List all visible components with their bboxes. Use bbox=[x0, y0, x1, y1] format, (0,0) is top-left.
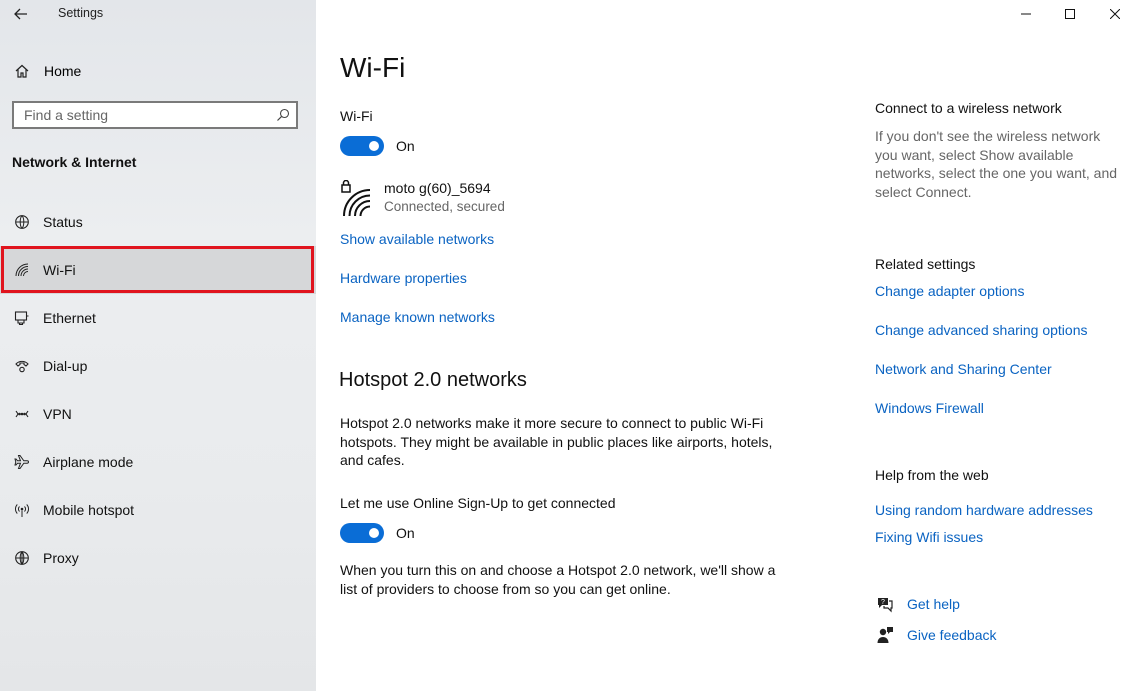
sidebar-item-wifi[interactable]: Wi-Fi bbox=[0, 246, 316, 294]
get-help-link[interactable]: ? Get help bbox=[875, 595, 960, 613]
signup-toggle[interactable] bbox=[340, 523, 384, 543]
fixing-wifi-issues-link[interactable]: Fixing Wifi issues bbox=[875, 529, 983, 545]
get-help-icon: ? bbox=[875, 595, 895, 613]
maximize-button[interactable] bbox=[1047, 0, 1093, 28]
window-title: Settings bbox=[58, 6, 104, 20]
manage-known-networks-link[interactable]: Manage known networks bbox=[340, 309, 495, 325]
sidebar-item-dialup[interactable]: Dial-up bbox=[0, 342, 316, 390]
sidebar-item-label: Proxy bbox=[43, 550, 79, 566]
home-label: Home bbox=[44, 63, 82, 79]
sidebar-item-airplane[interactable]: Airplane mode bbox=[0, 438, 316, 486]
secured-wifi-icon bbox=[340, 179, 374, 218]
sidebar-item-label: Ethernet bbox=[43, 310, 96, 326]
windows-firewall-link[interactable]: Windows Firewall bbox=[875, 400, 984, 416]
back-button[interactable] bbox=[10, 4, 32, 24]
signup-footer-text: When you turn this on and choose a Hotsp… bbox=[340, 562, 776, 597]
dialup-icon bbox=[12, 358, 32, 374]
sidebar-nav: Status Wi-Fi Ethernet Dial-up VPN Airpla… bbox=[0, 198, 316, 582]
hotspot-icon bbox=[12, 502, 32, 518]
sidebar: Settings Home Network & Internet Status … bbox=[0, 0, 316, 691]
close-icon bbox=[1110, 9, 1120, 19]
signup-toggle-state: On bbox=[396, 525, 415, 541]
get-help-label: Get help bbox=[907, 596, 960, 612]
connect-description: If you don't see the wireless network yo… bbox=[875, 128, 1118, 200]
help-web-heading: Help from the web bbox=[875, 467, 989, 483]
give-feedback-icon bbox=[875, 626, 895, 644]
sidebar-item-status[interactable]: Status bbox=[0, 198, 316, 246]
sidebar-item-proxy[interactable]: Proxy bbox=[0, 534, 316, 582]
minimize-icon bbox=[1021, 13, 1031, 15]
sidebar-item-mobile-hotspot[interactable]: Mobile hotspot bbox=[0, 486, 316, 534]
hardware-properties-link[interactable]: Hardware properties bbox=[340, 270, 467, 286]
sidebar-item-vpn[interactable]: VPN bbox=[0, 390, 316, 438]
sidebar-item-label: Dial-up bbox=[43, 358, 88, 374]
sidebar-item-ethernet[interactable]: Ethernet bbox=[0, 294, 316, 342]
sidebar-home[interactable]: Home bbox=[12, 60, 81, 82]
wifi-icon bbox=[12, 262, 32, 278]
hotspot-description: Hotspot 2.0 networks make it more secure… bbox=[340, 415, 773, 468]
wifi-toggle[interactable] bbox=[340, 136, 384, 156]
give-feedback-label: Give feedback bbox=[907, 627, 997, 643]
main-content: Wi-Fi Wi-Fi On moto g(60)_5694 Connected… bbox=[316, 0, 1137, 691]
sidebar-item-label: Airplane mode bbox=[43, 454, 134, 470]
vpn-icon bbox=[12, 406, 32, 422]
page-title: Wi-Fi bbox=[340, 52, 406, 83]
network-sharing-center-link[interactable]: Network and Sharing Center bbox=[875, 361, 1052, 377]
minimize-button[interactable] bbox=[1003, 0, 1049, 28]
change-adapter-options-link[interactable]: Change adapter options bbox=[875, 283, 1024, 299]
network-name: moto g(60)_5694 bbox=[384, 180, 491, 196]
maximize-icon bbox=[1065, 9, 1075, 19]
sidebar-item-label: Mobile hotspot bbox=[43, 502, 135, 518]
search-icon[interactable] bbox=[270, 108, 296, 122]
search-box[interactable] bbox=[12, 101, 298, 129]
sidebar-item-label: Wi-Fi bbox=[43, 262, 76, 278]
close-button[interactable] bbox=[1092, 0, 1137, 28]
give-feedback-link[interactable]: Give feedback bbox=[875, 626, 997, 644]
signup-toggle-label: Let me use Online Sign-Up to get connect… bbox=[340, 495, 616, 511]
wifi-toggle-state: On bbox=[396, 138, 415, 154]
back-arrow-icon bbox=[14, 8, 27, 20]
home-icon bbox=[12, 63, 32, 79]
search-input[interactable] bbox=[14, 107, 270, 123]
globe-icon bbox=[12, 550, 32, 566]
section-title: Network & Internet bbox=[12, 154, 137, 170]
sidebar-item-label: VPN bbox=[43, 406, 72, 422]
change-advanced-sharing-link[interactable]: Change advanced sharing options bbox=[875, 322, 1088, 338]
related-settings-heading: Related settings bbox=[875, 256, 976, 272]
ethernet-icon bbox=[12, 310, 32, 326]
airplane-icon bbox=[12, 454, 32, 470]
hotspot-heading: Hotspot 2.0 networks bbox=[339, 369, 527, 391]
network-status: Connected, secured bbox=[384, 199, 505, 214]
random-hardware-addresses-link[interactable]: Using random hardware addresses bbox=[875, 502, 1093, 518]
wifi-toggle-label: Wi-Fi bbox=[340, 108, 373, 124]
svg-text:?: ? bbox=[881, 599, 885, 606]
show-available-networks-link[interactable]: Show available networks bbox=[340, 231, 494, 247]
sidebar-item-label: Status bbox=[43, 214, 83, 230]
connected-network[interactable]: moto g(60)_5694 Connected, secured bbox=[340, 179, 505, 218]
connect-heading: Connect to a wireless network bbox=[875, 100, 1062, 116]
globe-status-icon bbox=[12, 214, 32, 230]
